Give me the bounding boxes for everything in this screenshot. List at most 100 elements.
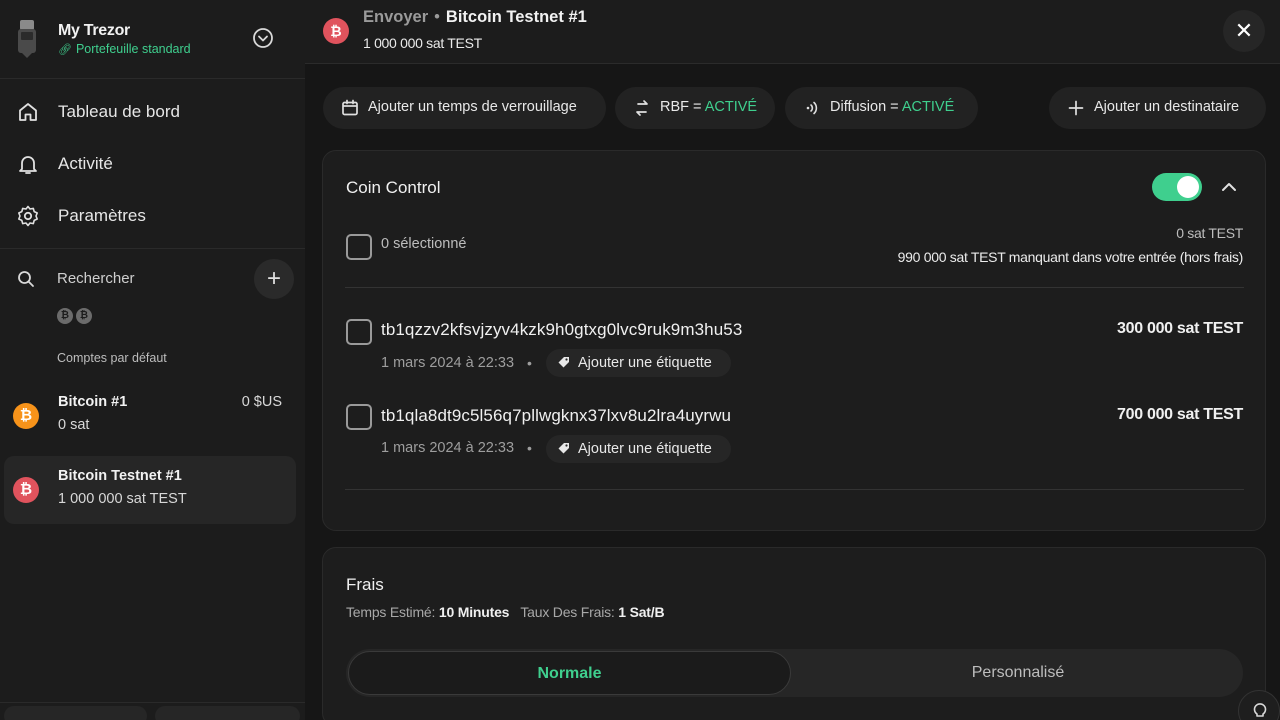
send-title: Envoyer • Bitcoin Testnet #1 xyxy=(363,8,587,27)
send-form: ₿ Envoyer • Bitcoin Testnet #1 1 000 000 s… xyxy=(305,0,1280,720)
separator-dot: • xyxy=(527,440,532,456)
accounts-section-title: Comptes par défaut xyxy=(57,351,167,365)
bitcoin-testnet-icon: ₿ xyxy=(13,477,39,503)
selected-count: 0 sélectionné xyxy=(381,236,467,252)
fees-card: Frais Temps Estimé: 10 Minutes Taux Des … xyxy=(322,547,1266,720)
account-balance: 0 sat xyxy=(58,417,90,433)
fee-option-normal[interactable]: Normale xyxy=(348,651,791,695)
action-label: Envoyer xyxy=(363,8,429,26)
nav-dashboard[interactable]: Tableau de bord xyxy=(0,92,305,132)
sidebar-divider xyxy=(0,78,305,79)
add-label-button[interactable]: Ajouter une étiquette xyxy=(546,349,731,377)
tag-icon xyxy=(558,443,569,454)
rbf-prefix: RBF = xyxy=(660,99,705,115)
toggle-knob xyxy=(1177,176,1199,198)
card-divider xyxy=(345,489,1244,490)
utxo-checkbox[interactable] xyxy=(346,404,372,430)
fee-estimate: Temps Estimé: 10 Minutes Taux Des Frais:… xyxy=(346,604,665,620)
wallet-name: My Trezor xyxy=(58,22,130,39)
fee-rate-label: Taux Des Frais: xyxy=(520,604,615,620)
lightbulb-icon xyxy=(1253,703,1267,717)
nav-label: Activité xyxy=(58,154,113,173)
utxo-amount: 300 000 sat TEST xyxy=(1117,320,1243,337)
rbf-toggle-button[interactable]: RBF = ACTIVÉ xyxy=(615,87,775,129)
chevron-up-icon[interactable] xyxy=(1218,176,1240,198)
fees-title: Frais xyxy=(346,575,384,594)
selected-amount: 0 sat TEST xyxy=(1176,225,1243,241)
separator-dot: • xyxy=(434,8,440,26)
sidebar: My Trezor 🔗︎ Portefeuille standard Tablea… xyxy=(0,0,305,720)
broadcast-prefix: Diffusion = xyxy=(830,99,902,115)
separator-dot: • xyxy=(527,355,532,371)
close-button[interactable]: ✕ xyxy=(1223,10,1265,52)
missing-amount-warning: 990 000 sat TEST manquant dans votre ent… xyxy=(897,249,1244,265)
plus-icon: + xyxy=(266,265,281,292)
home-icon xyxy=(19,103,37,121)
plus-icon xyxy=(1068,100,1084,116)
footer-button[interactable] xyxy=(155,706,300,720)
broadcast-label: Diffusion = ACTIVÉ xyxy=(830,99,954,115)
utxo-checkbox[interactable] xyxy=(346,319,372,345)
swap-icon xyxy=(636,100,648,116)
est-time-label: Temps Estimé: xyxy=(346,604,436,620)
send-header: ₿ Envoyer • Bitcoin Testnet #1 1 000 000 s… xyxy=(305,0,1280,64)
broadcast-toggle-button[interactable]: Diffusion = ACTIVÉ xyxy=(785,87,978,129)
coin-control-title: Coin Control xyxy=(346,178,441,197)
account-fiat-balance: 0 $US xyxy=(241,394,282,410)
coin-control-card: Coin Control 0 sélectionné 0 sat TEST 99… xyxy=(322,150,1266,531)
nav-settings[interactable]: Paramètres xyxy=(0,196,305,236)
bitcoin-icon: ₿ xyxy=(13,403,39,429)
link-icon: 🔗︎ xyxy=(58,44,72,56)
search-label: Rechercher xyxy=(57,270,135,287)
broadcast-state: ACTIVÉ xyxy=(901,99,955,115)
app-window: My Trezor 🔗︎ Portefeuille standard Tablea… xyxy=(0,0,1280,720)
broadcast-icon xyxy=(806,101,818,115)
chevron-down-icon[interactable] xyxy=(252,27,274,49)
select-all-checkbox[interactable] xyxy=(346,234,372,260)
account-balance: 1 000 000 sat TEST xyxy=(58,491,187,507)
tag-icon xyxy=(558,357,569,368)
rbf-label: RBF = ACTIVÉ xyxy=(660,99,757,115)
utxo-amount: 700 000 sat TEST xyxy=(1117,406,1243,423)
est-time-value: 10 Minutes xyxy=(438,604,510,620)
account-item-bitcoin-testnet[interactable]: ₿ Bitcoin Testnet #1 1 000 000 sat TEST xyxy=(4,456,296,524)
nav-activity[interactable]: Activité xyxy=(0,144,305,184)
fee-rate-value: 1 Sat/B xyxy=(618,604,665,620)
search-icon xyxy=(18,271,34,287)
coin-control-toggle[interactable] xyxy=(1152,173,1202,201)
account-name: Bitcoin Testnet #1 xyxy=(58,468,182,484)
bell-icon xyxy=(19,156,37,174)
account-name: Bitcoin #1 xyxy=(58,394,128,410)
utxo-date: 1 mars 2024 à 22:33 xyxy=(381,440,515,456)
coin-filter: ₿ ₿ xyxy=(57,305,95,324)
account-item-bitcoin[interactable]: ₿ Bitcoin #1 0 sat 0 $US xyxy=(4,382,296,450)
nav-label: Tableau de bord xyxy=(58,102,180,121)
fee-option-custom[interactable]: Personnalisé xyxy=(795,651,1241,695)
footer-button[interactable] xyxy=(4,706,147,720)
gear-icon xyxy=(18,205,38,227)
calendar-icon xyxy=(342,99,358,116)
locktime-label: Ajouter un temps de verrouillage xyxy=(368,99,577,115)
add-locktime-button[interactable]: Ajouter un temps de verrouillage xyxy=(323,87,606,129)
utxo-address: tb1qzzv2kfsvjzyv4kzk9h0gtxg0lvc9ruk9m3hu… xyxy=(381,320,743,339)
add-label-text: Ajouter une étiquette xyxy=(578,355,712,371)
close-icon: ✕ xyxy=(1234,18,1254,43)
wallet-type: 🔗︎ Portefeuille standard xyxy=(58,42,191,56)
coin-badge-icon[interactable]: ₿ xyxy=(57,308,73,324)
utxo-date: 1 mars 2024 à 22:33 xyxy=(381,355,515,371)
bitcoin-testnet-icon: ₿ xyxy=(323,18,349,44)
coin-badge-icon[interactable]: ₿ xyxy=(76,308,92,324)
add-account-button[interactable]: + xyxy=(254,259,294,299)
wallet-switcher[interactable]: My Trezor 🔗︎ Portefeuille standard xyxy=(0,0,305,78)
add-label-button[interactable]: Ajouter une étiquette xyxy=(546,435,731,463)
fee-level-selector: Normale Personnalisé xyxy=(346,649,1243,697)
add-label-text: Ajouter une étiquette xyxy=(578,441,712,457)
account-balance: 1 000 000 sat TEST xyxy=(363,35,482,51)
utxo-address: tb1qla8dt9c5l56q7pllwgknx37lxv8u2lra4uyr… xyxy=(381,406,732,425)
add-recipient-button[interactable]: Ajouter un destinataire xyxy=(1049,87,1266,129)
account-name: Bitcoin Testnet #1 xyxy=(445,8,587,26)
card-divider xyxy=(345,287,1244,288)
trezor-device-icon xyxy=(18,20,36,58)
rbf-state: ACTIVÉ xyxy=(704,99,758,115)
wallet-type-label: Portefeuille standard xyxy=(75,42,191,56)
